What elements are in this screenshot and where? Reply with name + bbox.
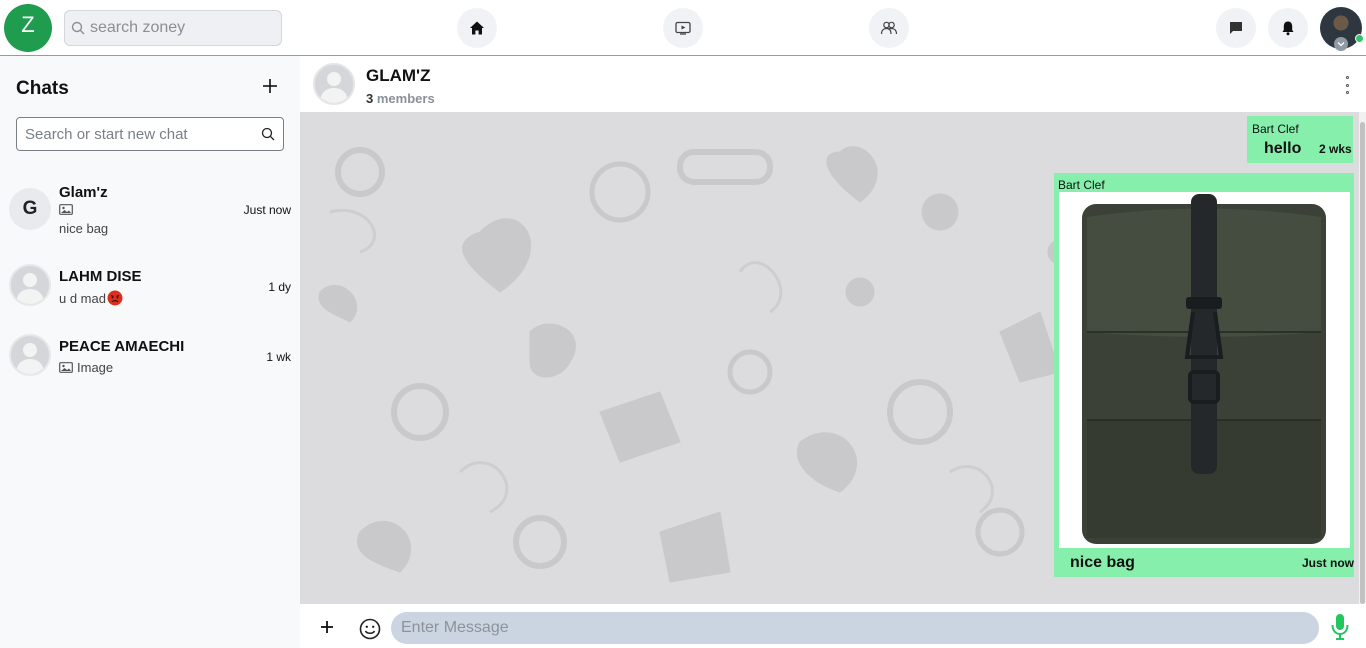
voice-record-button[interactable] <box>1330 613 1350 641</box>
chat-name: PEACE AMAECHI <box>59 338 185 355</box>
chat-media-indicator <box>59 204 73 215</box>
message-image[interactable] <box>1059 192 1350 548</box>
message-bubble[interactable]: Bart Clef nice bag Just now <box>1054 173 1354 577</box>
green-backpack-photo <box>1082 194 1326 544</box>
home-icon <box>470 21 484 35</box>
group-avatar[interactable] <box>313 63 355 105</box>
chat-time: 1 dy <box>268 280 291 294</box>
chat-avatar: G <box>9 188 51 230</box>
message-sender: Bart Clef <box>1252 122 1299 136</box>
member-count-number: 3 <box>366 91 374 106</box>
chat-sidebar: Chats G Glam'z nice bag Just now LAHM DI… <box>0 56 300 648</box>
app-logo[interactable]: Z <box>4 4 52 52</box>
chat-name: LAHM DISE <box>59 268 142 285</box>
chat-list-item-peace-amaechi[interactable]: PEACE AMAECHI Image 1 wk <box>0 326 300 394</box>
sidebar-title: Chats <box>16 78 69 99</box>
image-icon <box>59 362 73 373</box>
bell-icon <box>1282 21 1294 36</box>
nav-home-button[interactable] <box>457 8 497 48</box>
message-scrollbar[interactable] <box>1359 112 1366 604</box>
people-icon <box>880 21 898 35</box>
chevron-down-icon <box>1334 37 1348 51</box>
message-text: nice bag <box>1070 554 1135 571</box>
message-time: 2 wks <box>1319 142 1352 156</box>
smiley-icon <box>359 618 381 640</box>
global-search-input[interactable] <box>90 19 270 37</box>
search-icon <box>71 21 85 35</box>
member-count: 3 members <box>366 91 435 106</box>
notifications-button[interactable] <box>1268 8 1308 48</box>
more-options-icon[interactable] <box>1342 76 1352 94</box>
chat-preview-row: Image <box>59 360 113 375</box>
chat-preview-row: u d mad <box>59 290 123 306</box>
message-time: Just now <box>1302 556 1355 570</box>
conversation-header: GLAM'Z 3 members <box>300 56 1366 112</box>
chat-preview: nice bag <box>59 221 109 236</box>
chat-name: Glam'z <box>59 184 108 201</box>
chat-avatar <box>9 334 51 376</box>
nav-watch-button[interactable] <box>663 8 703 48</box>
global-search[interactable] <box>64 10 282 46</box>
chat-preview: u d mad <box>59 290 106 306</box>
microphone-icon <box>1331 614 1349 640</box>
message-text: hello <box>1264 140 1302 157</box>
chat-list-item-lahm-dise[interactable]: LAHM DISE u d mad 1 dy <box>0 256 300 324</box>
top-bar: Z <box>0 0 1366 56</box>
video-icon <box>675 21 691 35</box>
message-area: Bart Clef hello 2 wks Bart Clef nice bag… <box>300 112 1359 604</box>
new-chat-button[interactable] <box>258 74 282 98</box>
image-icon <box>59 204 73 215</box>
chat-icon <box>1230 22 1242 34</box>
plus-icon <box>321 621 333 633</box>
messages-button[interactable] <box>1216 8 1256 48</box>
chat-list-item-glamz[interactable]: G Glam'z nice bag Just now <box>0 176 300 244</box>
message-bubble[interactable]: Bart Clef hello 2 wks <box>1247 116 1353 163</box>
message-sender: Bart Clef <box>1058 178 1105 192</box>
chat-preview: Image <box>77 360 114 375</box>
chat-time: 1 wk <box>266 350 291 364</box>
chat-avatar <box>9 264 51 306</box>
attach-button[interactable] <box>318 618 336 636</box>
chat-search-input[interactable] <box>25 125 261 143</box>
message-input[interactable] <box>391 612 1319 644</box>
member-count-label: members <box>376 91 435 106</box>
emoji-button[interactable] <box>359 618 381 640</box>
search-icon <box>261 127 275 141</box>
angry-face-emoji <box>107 290 123 306</box>
conversation-title[interactable]: GLAM'Z <box>366 66 430 86</box>
chat-time: Just now <box>243 203 291 217</box>
message-composer <box>300 604 1366 648</box>
profile-avatar[interactable] <box>1320 7 1364 51</box>
nav-groups-button[interactable] <box>869 8 909 48</box>
plus-icon <box>263 79 277 93</box>
online-status-dot <box>1355 34 1364 43</box>
chat-search[interactable] <box>16 117 284 151</box>
